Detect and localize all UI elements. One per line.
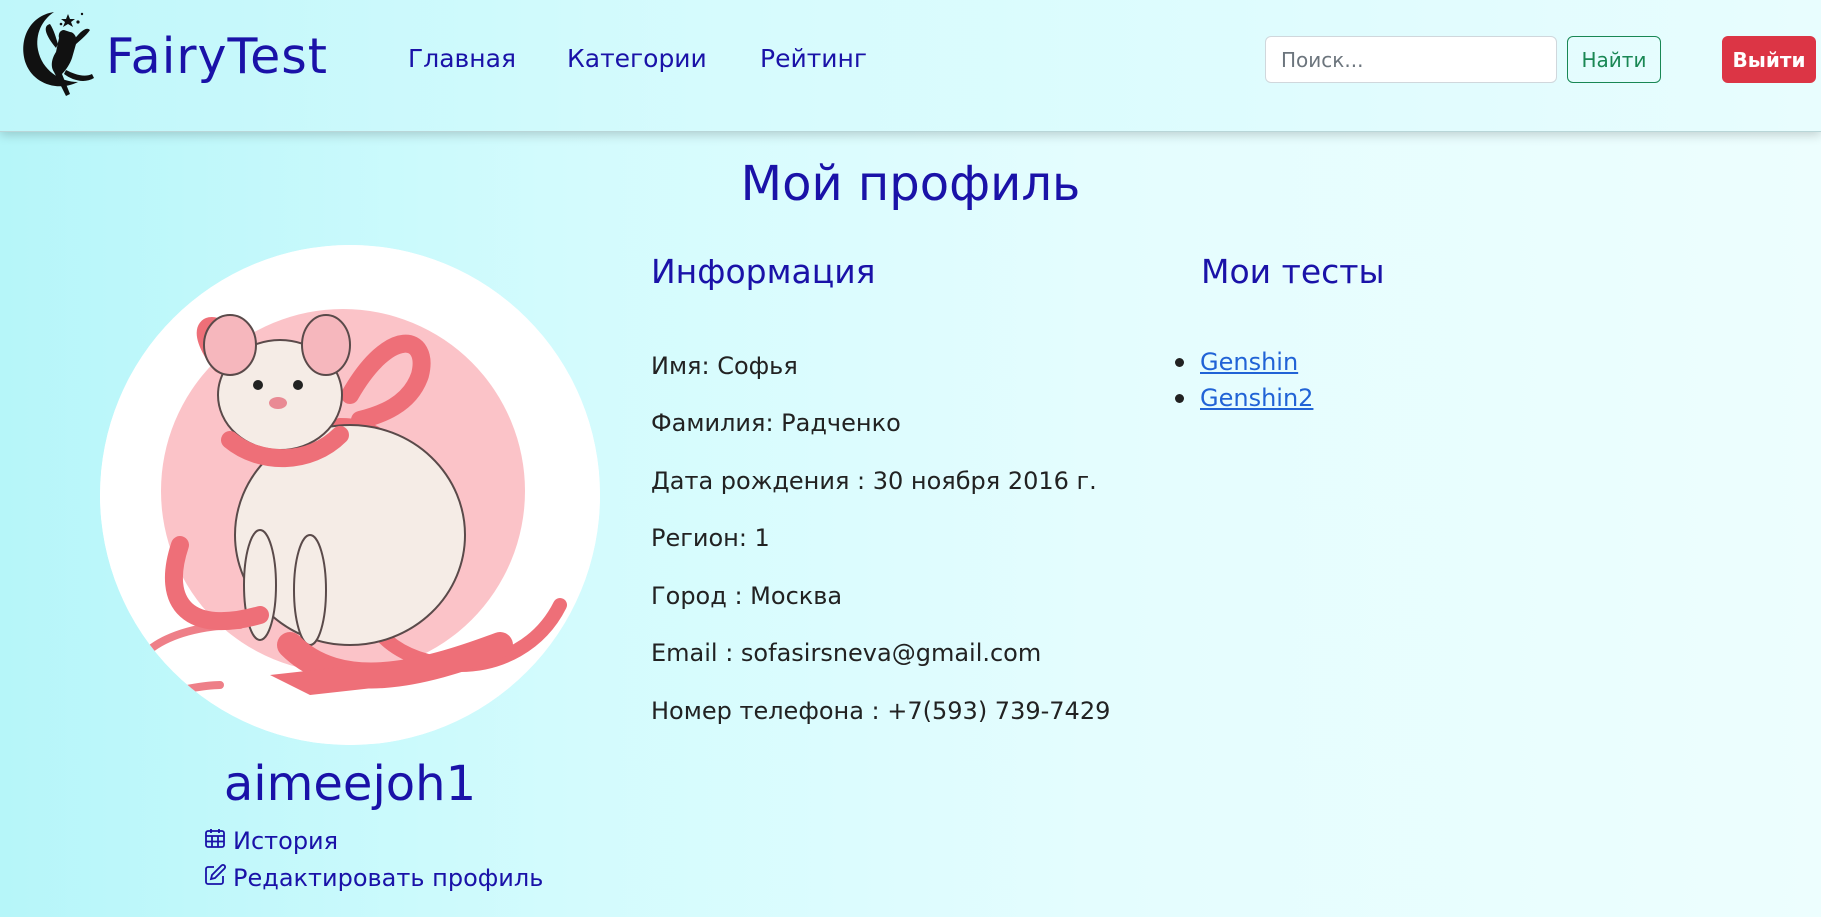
calendar-icon xyxy=(203,826,227,856)
info-first-name: Имя: Софья xyxy=(651,352,798,380)
history-link[interactable]: История xyxy=(203,826,338,856)
list-item: Genshin2 xyxy=(1175,384,1313,412)
edit-profile-label[interactable]: Редактировать профиль xyxy=(233,864,543,892)
test-link-genshin[interactable]: Genshin xyxy=(1200,348,1298,376)
info-birth-date: Дата рождения : 30 ноября 2016 г. xyxy=(651,467,1097,495)
search-button[interactable]: Найти xyxy=(1567,36,1661,83)
nav-categories-link[interactable]: Категории xyxy=(567,44,707,73)
rat-with-ribbon-avatar xyxy=(100,245,600,745)
info-last-name: Фамилия: Радченко xyxy=(651,409,901,437)
info-region: Регион: 1 xyxy=(651,524,770,552)
search-input[interactable] xyxy=(1265,36,1557,83)
tests-section-title: Мои тесты xyxy=(1201,252,1385,291)
username: aimeejoh1 xyxy=(223,756,477,812)
logout-button[interactable]: Выйти xyxy=(1722,36,1816,83)
avatar xyxy=(100,245,600,745)
bullet-icon xyxy=(1175,393,1184,403)
nav-rating-link[interactable]: Рейтинг xyxy=(760,44,867,73)
fairy-moon-icon[interactable] xyxy=(16,8,96,108)
info-city: Город : Москва xyxy=(651,582,843,610)
edit-profile-link[interactable]: Редактировать профиль xyxy=(203,863,543,893)
page-title: Мой профиль xyxy=(0,156,1821,212)
nav-home-link[interactable]: Главная xyxy=(408,44,516,73)
info-email: Email : sofasirsneva@gmail.com xyxy=(651,639,1042,667)
test-link-genshin2[interactable]: Genshin2 xyxy=(1200,384,1313,412)
tests-list: Genshin Genshin2 xyxy=(1175,348,1313,420)
info-section-title: Информация xyxy=(651,252,876,291)
info-phone: Номер телефона : +7(593) 739-7429 xyxy=(651,697,1111,725)
bullet-icon xyxy=(1175,357,1184,367)
brand-name[interactable]: FairyTest xyxy=(106,28,328,85)
history-label[interactable]: История xyxy=(233,827,338,855)
page-title-text: Мой профиль xyxy=(740,156,1081,212)
list-item: Genshin xyxy=(1175,348,1313,376)
navbar: FairyTest Главная Категории Рейтинг Найт… xyxy=(0,0,1821,132)
edit-icon xyxy=(203,863,227,893)
